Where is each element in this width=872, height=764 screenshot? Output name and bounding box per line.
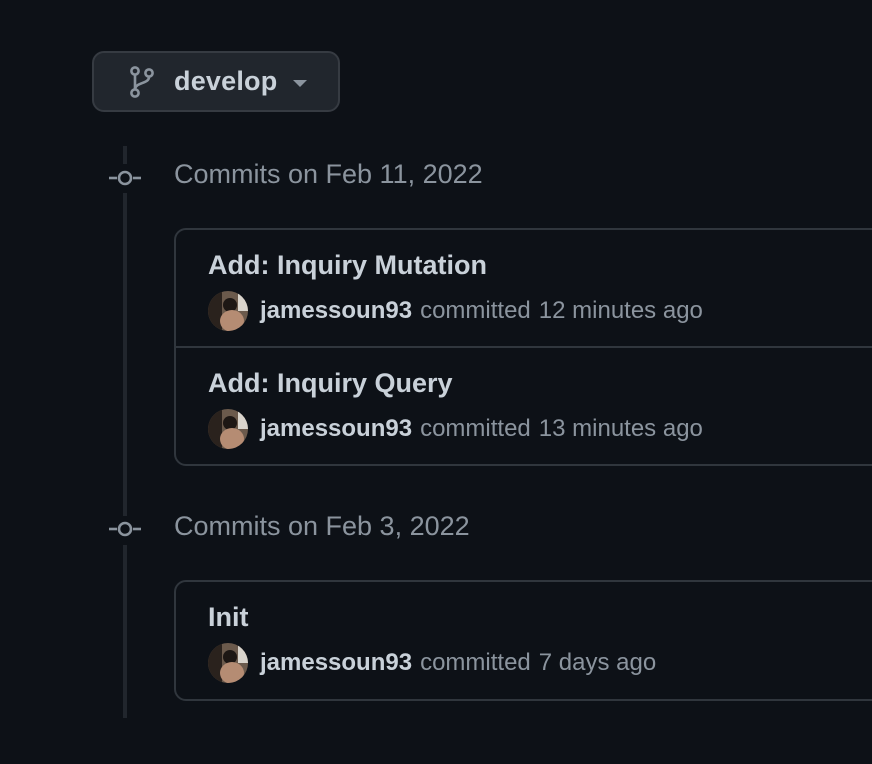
- commit-action: committed: [420, 649, 531, 676]
- commit-time: 7 days ago: [538, 649, 657, 676]
- commit-meta: jamessoun93 committed 13 minutes ago: [208, 409, 703, 449]
- commit-group-heading: Commits on Feb 3, 2022: [174, 511, 470, 541]
- commit-time: 13 minutes ago: [538, 415, 703, 442]
- timeline-line: [123, 545, 127, 718]
- avatar[interactable]: [208, 291, 248, 331]
- commit-title-link[interactable]: Init: [208, 602, 249, 633]
- commit-author-link[interactable]: jamessoun93: [260, 297, 412, 325]
- triangle-down-icon: [293, 80, 308, 87]
- git-commit-icon: [109, 521, 141, 537]
- commits-page: develop Commits on Feb 11, 2022 Add: Inq…: [0, 0, 872, 764]
- avatar[interactable]: [208, 643, 248, 683]
- commit-row: Add: Inquiry Mutation jamessoun93 commit…: [176, 230, 872, 346]
- commit-row: Add: Inquiry Query jamessoun93 committed…: [176, 346, 872, 462]
- commit-time: 12 minutes ago: [538, 297, 703, 324]
- branch-name: develop: [174, 66, 278, 96]
- git-commit-icon: [109, 170, 141, 186]
- timeline-line: [123, 193, 127, 516]
- commit-list: Init jamessoun93 committed 7 days ago: [174, 580, 872, 701]
- commit-group-heading: Commits on Feb 11, 2022: [174, 159, 483, 189]
- commit-meta: jamessoun93 committed 7 days ago: [208, 643, 656, 683]
- commit-author-link[interactable]: jamessoun93: [260, 415, 412, 443]
- avatar[interactable]: [208, 409, 248, 449]
- branch-selector-button[interactable]: develop: [92, 51, 340, 112]
- commit-action: committed: [420, 415, 531, 442]
- timeline-line: [123, 146, 127, 164]
- commit-title-link[interactable]: Add: Inquiry Query: [208, 368, 453, 399]
- commit-list: Add: Inquiry Mutation jamessoun93 commit…: [174, 228, 872, 466]
- commit-title-link[interactable]: Add: Inquiry Mutation: [208, 250, 487, 281]
- commit-meta: jamessoun93 committed 12 minutes ago: [208, 291, 703, 331]
- commit-author-link[interactable]: jamessoun93: [260, 649, 412, 677]
- git-branch-icon: [128, 65, 156, 98]
- commit-row: Init jamessoun93 committed 7 days ago: [176, 582, 872, 698]
- commit-action: committed: [420, 297, 531, 324]
